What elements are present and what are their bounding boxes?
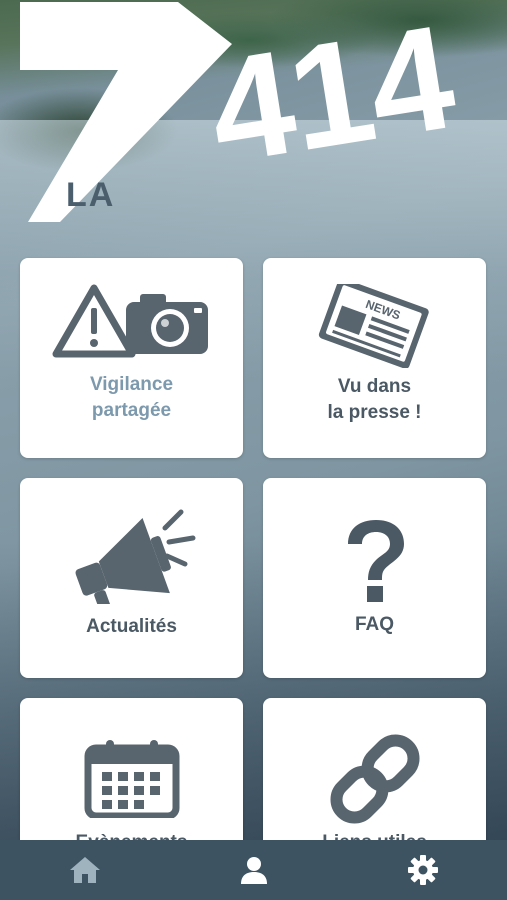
logo-number: 414: [198, 0, 463, 196]
megaphone-icon: [75, 509, 195, 604]
gear-icon: [407, 855, 438, 885]
link-chain-icon: [329, 734, 420, 824]
tile-actualites[interactable]: Actualités: [20, 478, 243, 678]
app-logo: LA 414: [0, 0, 507, 240]
calendar-icon: [84, 740, 179, 818]
tile-label: Actualités: [86, 616, 177, 637]
tile-vu-dans-la-presse[interactable]: NEWS Vu dans la presse !: [263, 258, 486, 458]
home-icon: [69, 857, 100, 883]
tile-label: Vu dans la presse !: [327, 376, 422, 423]
tile-faq[interactable]: FAQ: [263, 478, 486, 678]
question-mark-icon: [347, 520, 404, 602]
nav-home[interactable]: [55, 840, 115, 900]
nav-settings[interactable]: [393, 840, 453, 900]
logo-prefix: LA: [66, 176, 116, 214]
tile-label: Vigilance partagée: [89, 374, 174, 421]
nav-profile[interactable]: [224, 840, 284, 900]
newspaper-icon: NEWS: [318, 284, 429, 368]
tile-label: FAQ: [354, 614, 395, 635]
user-icon: [240, 857, 267, 884]
tile-vigilance-partagee[interactable]: Vigilance partagée: [20, 258, 243, 458]
warning-camera-icon: [52, 284, 208, 358]
bottom-nav: [0, 840, 507, 900]
